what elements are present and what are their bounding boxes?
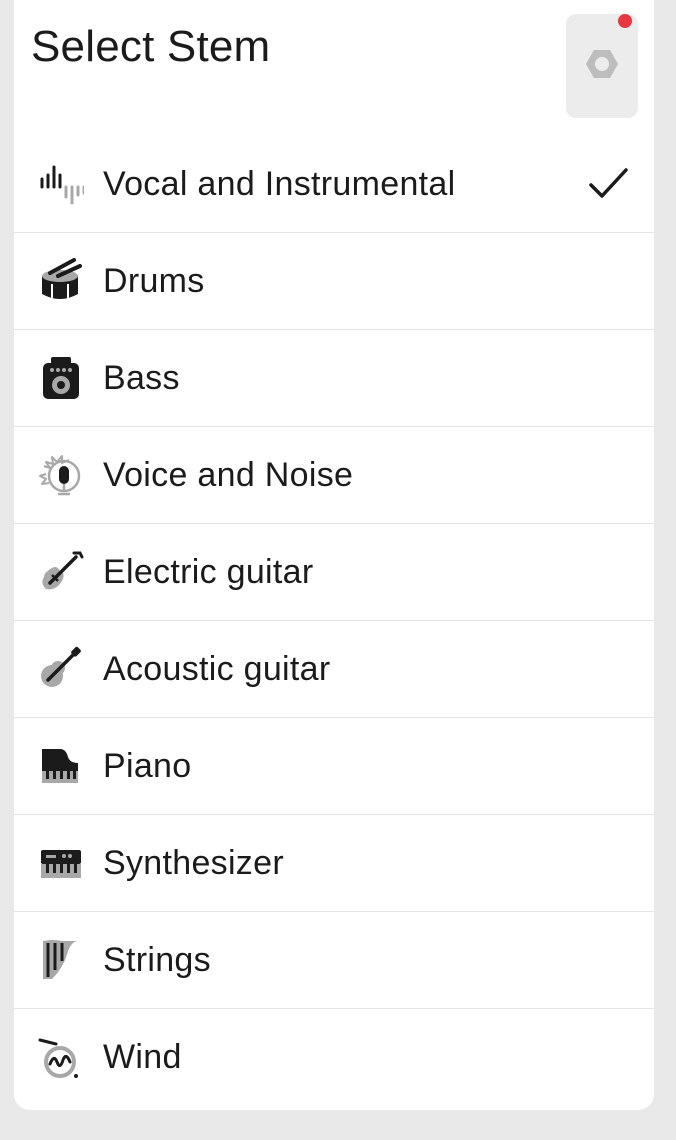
stem-item-label: Bass xyxy=(103,358,180,397)
gear-icon xyxy=(585,47,619,86)
synthesizer-icon xyxy=(38,840,84,886)
bass-amp-icon xyxy=(38,355,84,401)
stem-item-label: Synthesizer xyxy=(103,843,284,882)
stem-item-label: Strings xyxy=(103,940,211,979)
stem-item-label: Electric guitar xyxy=(103,552,314,591)
stem-item-synthesizer[interactable]: Synthesizer xyxy=(14,815,654,912)
settings-button[interactable] xyxy=(566,14,638,118)
page-title: Select Stem xyxy=(31,22,271,71)
stem-item-vocal-and-instrumental[interactable]: Vocal and Instrumental xyxy=(14,136,654,233)
panel-header: Select Stem xyxy=(14,0,654,132)
stem-item-bass[interactable]: Bass xyxy=(14,330,654,427)
acoustic-guitar-icon xyxy=(38,646,84,692)
grand-piano-icon xyxy=(38,743,84,789)
stem-list: Vocal and Instrumental Drums Bass Voice … xyxy=(14,136,654,1105)
stem-select-panel: Select Stem Vocal and Instrumental Drums… xyxy=(14,0,654,1110)
checkmark-icon xyxy=(586,164,630,204)
waveform-split-icon xyxy=(38,161,84,207)
stem-item-voice-and-noise[interactable]: Voice and Noise xyxy=(14,427,654,524)
stem-item-strings[interactable]: Strings xyxy=(14,912,654,1009)
stem-item-electric-guitar[interactable]: Electric guitar xyxy=(14,524,654,621)
stem-item-wind[interactable]: Wind xyxy=(14,1009,654,1105)
electric-guitar-icon xyxy=(38,549,84,595)
stem-item-label: Wind xyxy=(103,1037,182,1076)
stem-item-drums[interactable]: Drums xyxy=(14,233,654,330)
stem-item-acoustic-guitar[interactable]: Acoustic guitar xyxy=(14,621,654,718)
notification-dot xyxy=(618,14,632,28)
harp-icon xyxy=(38,937,84,983)
stem-item-piano[interactable]: Piano xyxy=(14,718,654,815)
stem-item-label: Piano xyxy=(103,746,192,785)
microphone-noise-icon xyxy=(38,452,84,498)
drum-icon xyxy=(38,258,84,304)
stem-item-label: Drums xyxy=(103,261,205,300)
stem-item-label: Voice and Noise xyxy=(103,455,354,494)
french-horn-icon xyxy=(38,1034,84,1080)
stem-item-label: Vocal and Instrumental xyxy=(103,164,456,203)
stem-item-label: Acoustic guitar xyxy=(103,649,331,688)
